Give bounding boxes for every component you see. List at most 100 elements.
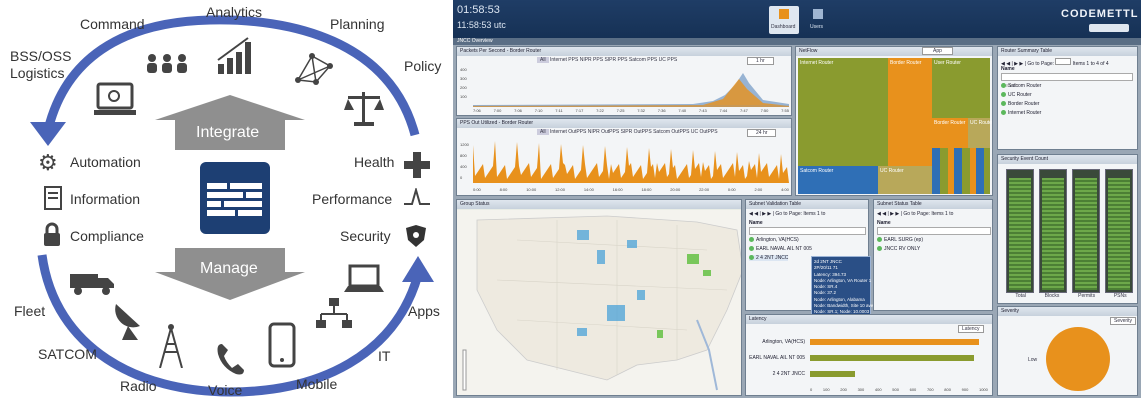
security-gauge[interactable] [1006,169,1034,293]
subnet-status-pager[interactable]: ◀ ◀ | ▶ ▶ | Go to Page: Items 1 to [877,211,953,217]
latency-bar[interactable] [810,371,855,377]
subnet-row[interactable]: EARL NAVAL AIL NT 005 [749,246,812,252]
pps-legend-internet[interactable]: Internet PPS [550,57,578,63]
security-gauge[interactable] [1105,169,1133,293]
pps-out-y-ticks: 1200 800 400 0 [460,142,469,180]
group-status-panel: Group Status [456,199,742,396]
status-row[interactable]: EARL SURG (ep) [877,237,923,243]
router-summary-search[interactable]: Search [1001,73,1133,89]
pps-legend-satcom[interactable]: Satcom PPS [629,57,657,63]
router-summary-pager[interactable]: ◀ ◀ | ▶ ▶ | Go to Page: Items 1 to 4 of … [1001,58,1109,67]
latency-title: Latency [746,315,992,324]
bottom-arc-arrowhead [402,256,434,282]
pps-out-range-select[interactable]: 24 hr [747,129,777,137]
latency-x-ticks: 0 100 200 300 400 500 600 700 800 900 1000 [810,387,988,392]
section-bar: JNCC Overview [453,38,1141,45]
manage-label: Manage [200,260,258,277]
security-gauge[interactable] [1039,169,1067,293]
pps-legend-uc[interactable]: UC PPS [659,57,678,63]
document-icon [44,186,62,210]
treemap-internet-router[interactable]: Internet Router [798,58,888,166]
nav-dashboard[interactable]: Dashboard [769,6,799,34]
latency-row-label: 2 4 2NT JNCC [772,371,805,377]
pps-legend: All Internet PPS NIPR PPS SIPR PPS Satco… [537,57,677,63]
pps-range-select[interactable]: 1 hr [747,57,774,65]
subnet-validation-search[interactable] [749,227,866,235]
security-count-labels: Total Blocks Permits PSNs [1015,293,1127,299]
subnet-row[interactable]: Arlington, VA(HCS) [749,237,799,243]
dashboard-screenshot: 01:58:53 11:58:53 utc Dashboard Users CO… [453,0,1141,398]
security-gauge[interactable] [1072,169,1100,293]
health-plus-icon [404,152,430,178]
pps-legend-nipr[interactable]: NIPR PPS [580,57,603,63]
voice-label: Voice [208,382,243,398]
nav-users[interactable]: Users [805,6,831,34]
subnet-status-panel: Subnet Status Table ◀ ◀ | ▶ ▶ | Go to Pa… [873,199,993,311]
netflow-select[interactable]: App [922,47,953,55]
treemap-border-router-2[interactable]: Border Router [932,118,968,148]
router-row[interactable]: UC Router [1001,92,1032,98]
subnet-status-title: Subnet Status Table [874,200,992,209]
treemap-uc-router[interactable]: UC Router [878,166,932,194]
subnet-status-search[interactable] [877,227,991,235]
severity-low-label: Low [1028,357,1038,363]
health-label: Health [354,154,395,170]
pps-out-legend: All Internet OutPPS NIPR OutPPS SIPR Out… [537,129,718,135]
subnet-validation-pager[interactable]: ◀ ◀ | ▶ ▶ | Go to Page: Items 1 to [749,211,825,217]
pulse-icon [404,188,430,205]
treemap-user-router[interactable]: User Router [932,58,990,118]
satellite-dish-icon [115,304,140,340]
latency-bar[interactable] [810,339,980,345]
subnet-row[interactable]: 2 4 2NT JNCC [749,255,789,261]
performance-label: Performance [312,191,393,207]
subnet-validation-header[interactable]: Name [749,220,763,226]
radio-tower-icon [159,324,183,368]
severity-select[interactable]: Severity [1110,317,1137,325]
brand-logo: CODEMETTL [1061,8,1139,20]
router-summary-title: Router Summary Table [998,47,1137,56]
pps-out-panel: PPS Out Utilized - Border Router All Int… [456,118,792,196]
pps-legend-all[interactable]: All [537,57,549,63]
treemap-border-router[interactable]: Border Router [888,58,932,166]
user-menu-button[interactable] [1089,24,1129,32]
treemap-small-cells[interactable] [932,148,990,194]
latency-bars [810,335,988,383]
netflow-panel: NetFlow App Internet Router Border Route… [795,46,993,196]
pps-panel: Packets Per Second - Border Router All I… [456,46,792,116]
subnet-validation-title: Subnet Validation Table [746,200,868,209]
pps-out-spike-chart [473,141,789,183]
latency-row-label: Arlington, VA(HCS) [762,339,805,345]
treemap-uc-router-2[interactable]: UC Router [968,118,992,148]
pps-legend-sipr[interactable]: SIPR PPS [604,57,627,63]
gears-icon: ⚙ [38,150,58,175]
radio-label: Radio [120,378,157,394]
pps-y-ticks: 400 300 200 100 [460,67,467,99]
treemap-satcom-router[interactable]: Satcom Router [798,166,878,194]
security-gauge-fill [1108,177,1130,290]
apps-label: Apps [408,303,440,319]
pps-x-ticks: 7:06 7:00 7:06 7:10 7:11 7:17 7:22 7:25 7:32 7:36… [473,108,789,113]
router-row[interactable]: Satcom Router [1001,83,1041,89]
laptop-icon [344,264,384,292]
group-status-title: Group Status [457,200,741,209]
pps-out-x-ticks: 0:00 8:00 10:00 12:00 14:00 16:00 18:00 20:00 22… [473,187,789,192]
latency-bar[interactable] [810,355,974,361]
information-label: Information [70,191,141,207]
pps-area-chart [473,73,789,107]
severity-pie[interactable] [1046,327,1110,391]
dashboard-icon [779,9,789,19]
router-row[interactable]: Border Router [1001,101,1039,107]
router-row[interactable]: Internet Router [1001,110,1041,116]
automation-label: Automation [70,154,141,170]
subnet-status-header[interactable]: Name [877,220,891,226]
compliance-label: Compliance [70,228,144,244]
us-map[interactable] [457,210,742,396]
status-row[interactable]: JNCC RV ONLY [877,246,920,252]
smartphone-icon [268,322,296,368]
section-title: JNCC Overview [457,38,493,44]
network-nodes-icon [295,53,333,85]
router-summary-header[interactable]: Name [1001,66,1015,72]
latency-select[interactable]: Latency [958,325,984,333]
security-label: Security [340,228,391,244]
users-group-icon [147,54,187,73]
